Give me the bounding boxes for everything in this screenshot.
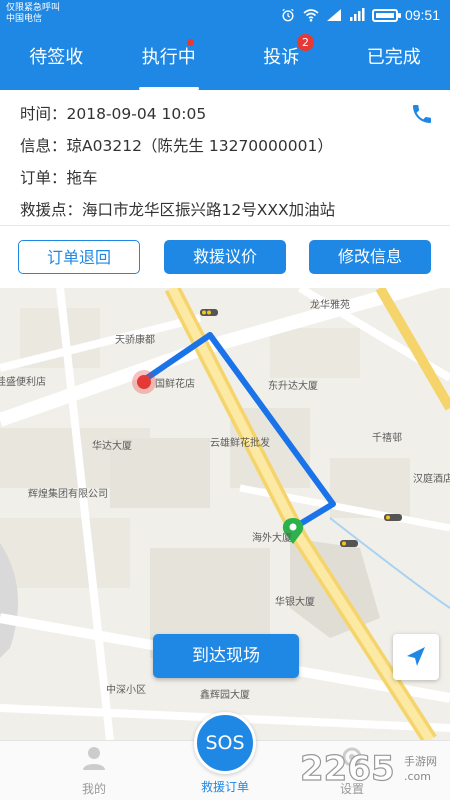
order-type-value: 拖车 — [66, 169, 98, 187]
route-map[interactable]: 天骄康都 佳盛便利店 国鲜花店 龙华雅苑 东升达大厦 华达大厦 云雄鲜花批发 千… — [0, 288, 450, 740]
site-watermark: 2265 手游网 .com — [299, 748, 450, 789]
tab-complaints-label: 投诉 — [263, 47, 300, 68]
rescue-orders-label[interactable]: 救援订单 — [175, 778, 275, 795]
alarm-icon — [282, 8, 294, 22]
order-info-label: 信息： — [20, 137, 67, 155]
signal-icon — [326, 9, 341, 21]
user-icon — [83, 747, 105, 770]
complaints-count-badge: 2 — [297, 34, 314, 51]
poi-label: 千禧邨 — [372, 433, 402, 444]
action-buttons: 订单退回 救援议价 修改信息 — [0, 226, 450, 288]
tab-completed-label: 已完成 — [366, 47, 421, 68]
order-type-row: 订单：拖车 — [20, 166, 430, 190]
svg-text:手游网: 手游网 — [404, 754, 437, 768]
app-header: 仅限紧急呼叫 中国电信 09:51 待签收 执行中 投诉 2 已完成 — [0, 0, 450, 90]
poi-label: 鑫辉园大厦 — [200, 690, 250, 701]
return-order-button[interactable]: 订单退回 — [18, 240, 140, 274]
order-status-tabs: 待签收 执行中 投诉 2 已完成 — [0, 34, 450, 90]
tab-completed[interactable]: 已完成 — [338, 40, 450, 90]
nav-mine-label: 我的 — [81, 782, 106, 796]
edit-info-button[interactable]: 修改信息 — [309, 240, 431, 274]
arrive-at-scene-button[interactable]: 到达现场 — [153, 634, 299, 678]
status-time: 09:51 — [404, 7, 440, 23]
order-time-label: 时间： — [20, 105, 67, 123]
rescue-location-label: 救援点： — [20, 201, 83, 219]
sos-button[interactable]: SOS — [194, 712, 256, 774]
carrier-info: 仅限紧急呼叫 中国电信 — [6, 3, 60, 25]
poi-label: 云雄鲜花批发 — [210, 438, 270, 449]
tab-complaints[interactable]: 投诉 2 — [225, 34, 338, 90]
order-info-value: 琼A03212（陈先生 13270000001） — [66, 137, 333, 155]
signal-hd-icon — [349, 8, 365, 21]
order-time-row: 时间：2018-09-04 10:05 — [20, 102, 430, 126]
poi-label: 华达大厦 — [92, 441, 132, 452]
svg-text:.com: .com — [404, 770, 431, 783]
order-time-value: 2018-09-04 10:05 — [66, 105, 207, 123]
poi-label: 国鲜花店 — [155, 379, 195, 390]
tab-pending-label: 待签收 — [29, 47, 84, 68]
locate-button[interactable] — [393, 634, 439, 680]
watermark-logo: 2265 手游网 .com — [299, 748, 437, 789]
status-bar: 仅限紧急呼叫 中国电信 09:51 — [0, 0, 450, 32]
order-info-row: 信息：琼A03212（陈先生 13270000001） — [20, 134, 430, 158]
battery-icon — [371, 8, 401, 22]
poi-label: 佳盛便利店 — [0, 377, 46, 388]
tab-pending[interactable]: 待签收 — [0, 40, 113, 90]
wifi-icon — [303, 9, 319, 22]
phone-icon[interactable] — [410, 102, 434, 126]
poi-label: 龙华雅苑 — [310, 300, 350, 311]
svg-text:2265: 2265 — [300, 749, 395, 788]
new-indicator-dot — [186, 39, 194, 46]
poi-label: 汉庭酒店 — [413, 474, 450, 485]
poi-label: 华银大厦 — [275, 597, 315, 608]
tab-in-progress-label: 执行中 — [141, 47, 196, 68]
rescue-location-row: 救援点：海口市龙华区振兴路12号XXX加油站 — [20, 198, 430, 222]
rescue-location-value: 海口市龙华区振兴路12号XXX加油站 — [82, 201, 336, 219]
order-type-label: 订单： — [20, 169, 67, 187]
tab-in-progress[interactable]: 执行中 — [113, 39, 226, 90]
nav-mine[interactable]: 我的 — [44, 741, 144, 800]
poi-label: 海外大厦 — [252, 533, 292, 544]
carrier-line-name: 中国电信 — [6, 14, 43, 24]
rescue-price-button[interactable]: 救援议价 — [164, 240, 286, 274]
carrier-line-emergency: 仅限紧急呼叫 — [6, 3, 61, 13]
poi-label: 东升达大厦 — [268, 381, 318, 392]
status-icons: 09:51 — [280, 6, 440, 24]
poi-label: 辉煌集团有限公司 — [28, 489, 108, 500]
navigation-arrow-icon — [407, 647, 425, 666]
order-info-panel: 时间：2018-09-04 10:05 信息：琼A03212（陈先生 13270… — [0, 90, 450, 225]
poi-label: 天骄康都 — [115, 335, 155, 346]
poi-label: 中深小区 — [106, 685, 146, 696]
